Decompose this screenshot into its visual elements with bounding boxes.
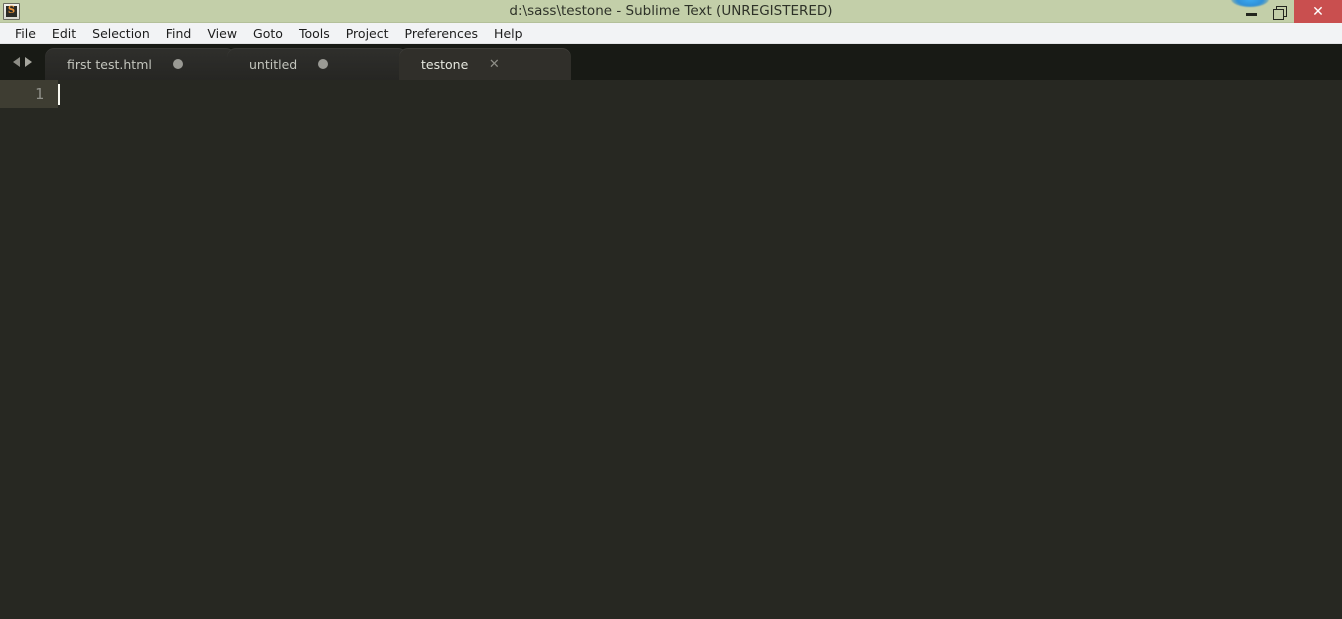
code-text-area[interactable] xyxy=(58,80,1342,619)
app-icon-letter: S xyxy=(7,5,16,16)
menu-item-help[interactable]: Help xyxy=(486,23,531,44)
unsaved-changes-dot-icon xyxy=(318,59,329,69)
menu-item-find[interactable]: Find xyxy=(158,23,200,44)
minimize-button[interactable] xyxy=(1238,0,1264,23)
window-title: d:\sass\testone - Sublime Text (UNREGIST… xyxy=(509,3,833,19)
tab-testone[interactable]: testone ✕ xyxy=(399,48,571,80)
chevron-right-icon[interactable] xyxy=(25,57,32,67)
tab-dirty-indicator[interactable] xyxy=(297,59,349,69)
sublime-text-logo-icon: S xyxy=(3,2,20,20)
tab-dirty-indicator[interactable] xyxy=(152,59,204,69)
menu-item-project[interactable]: Project xyxy=(338,23,397,44)
tab-label: untitled xyxy=(249,56,298,72)
menu-item-preferences[interactable]: Preferences xyxy=(397,23,487,44)
restore-button[interactable] xyxy=(1264,0,1294,23)
line-number-1: 1 xyxy=(34,85,44,103)
line-number-gutter: 1 xyxy=(0,80,58,619)
close-button[interactable]: ✕ xyxy=(1294,0,1342,23)
menu-item-view[interactable]: View xyxy=(199,23,245,44)
tab-label: testone xyxy=(421,56,469,72)
unsaved-changes-dot-icon xyxy=(172,59,183,69)
tab-bar: first test.html untitled testone ✕ xyxy=(0,44,1342,80)
menu-item-selection[interactable]: Selection xyxy=(84,23,158,44)
sublime-text-window: S d:\sass\testone - Sublime Text (UNREGI… xyxy=(0,0,1342,619)
menu-item-edit[interactable]: Edit xyxy=(44,23,84,44)
window-controls: ✕ xyxy=(1238,0,1342,23)
restore-window-icon xyxy=(1273,5,1287,20)
menu-item-file[interactable]: File xyxy=(7,23,44,44)
title-bar: S d:\sass\testone - Sublime Text (UNREGI… xyxy=(0,0,1342,23)
close-icon: ✕ xyxy=(488,56,500,72)
menu-bar: File Edit Selection Find View Goto Tools… xyxy=(0,23,1342,44)
chevron-left-icon[interactable] xyxy=(13,57,20,67)
tab-close-button[interactable]: ✕ xyxy=(468,58,520,71)
tab-untitled[interactable]: untitled xyxy=(227,48,407,80)
tab-first-test-html[interactable]: first test.html xyxy=(45,48,235,80)
tab-navigation-controls xyxy=(0,44,45,80)
menu-item-goto[interactable]: Goto xyxy=(245,23,291,44)
tab-list: first test.html untitled testone ✕ xyxy=(45,44,571,80)
text-cursor xyxy=(58,84,60,105)
menu-item-tools[interactable]: Tools xyxy=(291,23,338,44)
close-icon: ✕ xyxy=(1312,3,1324,20)
tab-label: first test.html xyxy=(67,56,152,72)
editor-area[interactable]: 1 xyxy=(0,80,1342,619)
